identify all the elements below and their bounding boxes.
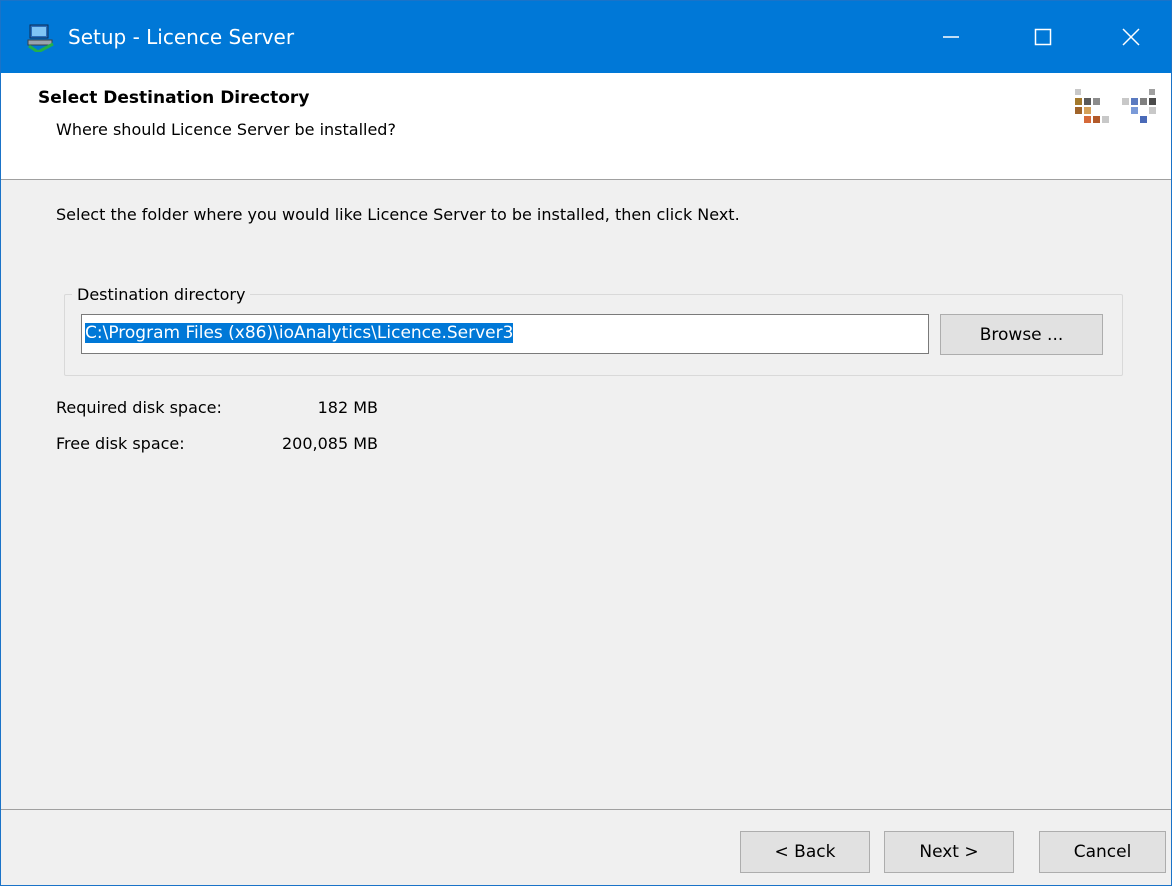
- window-title: Setup - Licence Server: [68, 25, 295, 49]
- back-button[interactable]: < Back: [740, 831, 870, 873]
- directory-value: C:\Program Files (x86)\ioAnalytics\Licen…: [85, 323, 514, 343]
- destination-directory-input[interactable]: C:\Program Files (x86)\ioAnalytics\Licen…: [81, 314, 929, 354]
- free-space-value: 200,085 MB: [281, 434, 378, 453]
- cancel-button[interactable]: Cancel: [1039, 831, 1166, 873]
- footer-divider: [1, 809, 1171, 810]
- minimize-icon: [943, 36, 959, 38]
- required-space-value: 182 MB: [317, 398, 378, 417]
- minimize-button[interactable]: [905, 1, 997, 73]
- required-space-label: Required disk space:: [56, 398, 222, 417]
- next-button[interactable]: Next >: [884, 831, 1014, 873]
- destination-group-label: Destination directory: [72, 283, 251, 307]
- page-title: Select Destination Directory: [38, 88, 310, 108]
- close-button[interactable]: [1085, 1, 1171, 73]
- close-icon: [1122, 28, 1140, 46]
- instruction-text: Select the folder where you would like L…: [56, 205, 740, 224]
- maximize-icon: [1034, 28, 1052, 46]
- browse-button[interactable]: Browse ...: [940, 314, 1103, 355]
- wizard-header: Select Destination Directory Where shoul…: [1, 73, 1171, 180]
- page-subtitle: Where should Licence Server be installed…: [56, 120, 396, 139]
- maximize-button[interactable]: [997, 1, 1089, 73]
- setup-computer-icon: [27, 24, 54, 52]
- title-bar[interactable]: Setup - Licence Server: [1, 1, 1171, 73]
- ioanalytics-logo: [1075, 89, 1156, 123]
- setup-window: Setup - Licence Server Select Destinatio…: [0, 0, 1172, 886]
- free-space-label: Free disk space:: [56, 434, 185, 453]
